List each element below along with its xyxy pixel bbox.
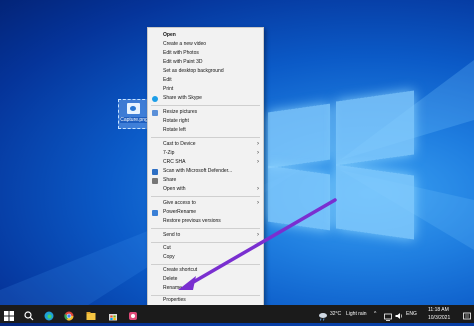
store-icon[interactable] — [108, 308, 118, 321]
menu-item-rename[interactable]: Rename — [148, 284, 263, 293]
menu-item-copy[interactable]: Copy — [148, 253, 263, 262]
menu-item-cut[interactable]: Cut — [148, 244, 263, 253]
menu-item-label: CRC SHA — [163, 159, 186, 165]
menu-item-send-to[interactable]: Send to › — [148, 231, 263, 240]
chevron-right-icon: › — [257, 141, 259, 147]
menu-item-label: Resize pictures — [163, 109, 198, 115]
chevron-right-icon: › — [257, 159, 259, 165]
context-menu: Open Create a new video Edit with Photos… — [147, 27, 264, 307]
chrome-icon[interactable] — [64, 308, 74, 321]
menu-item-label: Rotate left — [163, 127, 186, 133]
menu-separator — [151, 137, 260, 138]
start-button[interactable] — [4, 308, 16, 321]
weather-description[interactable]: Light rain — [346, 311, 367, 317]
taskbar: 32°C Light rain ^ ENG 11:18 AM 10/3/2021 — [0, 305, 474, 323]
windows-start-icon — [4, 311, 14, 321]
powerrename-icon — [152, 210, 158, 216]
desktop-file-icon[interactable]: Capture.png — [118, 99, 150, 129]
clock-date[interactable]: 10/3/2021 — [428, 315, 450, 321]
menu-item-create-video[interactable]: Create a new video — [148, 40, 263, 49]
resize-icon — [152, 110, 158, 116]
menu-item-rotate-right[interactable]: Rotate right — [148, 117, 263, 126]
menu-item-label: Give access to — [163, 200, 196, 206]
menu-item-open-with[interactable]: Open with › — [148, 185, 263, 194]
clock-time[interactable]: 11:18 AM — [428, 307, 449, 313]
file-explorer-icon[interactable] — [86, 308, 96, 320]
language-indicator[interactable]: ENG — [406, 311, 417, 317]
menu-item-set-background[interactable]: Set as desktop background — [148, 67, 263, 76]
menu-item-label: Open with — [163, 186, 186, 192]
tray-chevron-up-icon[interactable]: ^ — [374, 311, 376, 317]
menu-item-label: Send to — [163, 232, 181, 238]
menu-item-label: Print — [163, 86, 174, 92]
menu-separator — [151, 228, 260, 229]
desktop-icon-label: Capture.png — [120, 117, 148, 123]
menu-item-label: Properties — [163, 297, 186, 303]
menu-separator — [151, 242, 260, 243]
menu-item-share[interactable]: Share — [148, 176, 263, 185]
menu-item-powerrename[interactable]: PowerRename — [148, 208, 263, 217]
menu-item-label: Share — [163, 177, 177, 183]
menu-item-label: Restore previous versions — [163, 218, 221, 224]
skype-icon — [152, 96, 158, 102]
menu-item-create-shortcut[interactable]: Create shortcut — [148, 266, 263, 275]
image-file-icon — [127, 103, 140, 114]
share-icon — [152, 178, 158, 184]
weather-temperature[interactable]: 32°C — [330, 311, 341, 317]
search-taskbar-icon[interactable] — [24, 308, 34, 321]
menu-item-crc-sha[interactable]: CRC SHA › — [148, 158, 263, 167]
menu-item-resize[interactable]: Resize pictures — [148, 108, 263, 117]
chevron-right-icon: › — [257, 186, 259, 192]
menu-item-properties[interactable]: Properties — [148, 296, 263, 305]
chevron-right-icon: › — [257, 232, 259, 238]
menu-item-label: Edit with Paint 3D — [163, 59, 203, 65]
menu-item-print[interactable]: Print — [148, 85, 263, 94]
menu-item-label: Create shortcut — [163, 267, 198, 273]
menu-item-label: Cut — [163, 245, 171, 251]
menu-item-open[interactable]: Open — [148, 31, 263, 40]
app-icon[interactable] — [128, 308, 138, 320]
chevron-right-icon: › — [257, 150, 259, 156]
menu-item-label: Rename — [163, 285, 182, 291]
chevron-right-icon: › — [257, 200, 259, 206]
menu-item-rotate-left[interactable]: Rotate left — [148, 126, 263, 135]
menu-item-label: Share with Skype — [163, 95, 202, 101]
volume-icon[interactable] — [395, 308, 403, 320]
menu-item-label: Create a new video — [163, 41, 207, 47]
menu-item-7zip[interactable]: 7-Zip › — [148, 149, 263, 158]
menu-item-label: PowerRename — [163, 209, 197, 215]
menu-item-edit[interactable]: Edit — [148, 76, 263, 85]
menu-item-label: Delete — [163, 276, 178, 282]
menu-item-label: Edit with Photos — [163, 50, 199, 56]
menu-separator — [151, 105, 260, 106]
menu-item-label: Edit — [163, 77, 172, 83]
windows-logo-wallpaper — [268, 90, 418, 240]
menu-separator — [151, 196, 260, 197]
menu-item-edit-paint3d[interactable]: Edit with Paint 3D — [148, 58, 263, 67]
menu-item-label: Set as desktop background — [163, 68, 224, 74]
menu-item-label: 7-Zip — [163, 150, 175, 156]
menu-item-label: Cast to Device — [163, 141, 196, 147]
menu-item-cast[interactable]: Cast to Device › — [148, 140, 263, 149]
menu-item-give-access[interactable]: Give access to › — [148, 199, 263, 208]
defender-shield-icon — [152, 169, 158, 175]
notifications-icon[interactable] — [463, 308, 471, 320]
menu-item-edit-photos[interactable]: Edit with Photos — [148, 49, 263, 58]
network-icon[interactable] — [384, 308, 392, 321]
menu-item-scan-defender[interactable]: Scan with Microsoft Defender... — [148, 167, 263, 176]
menu-separator — [151, 264, 260, 265]
weather-icon[interactable] — [318, 308, 328, 321]
menu-item-share-skype[interactable]: Share with Skype — [148, 94, 263, 103]
edge-icon[interactable] — [44, 308, 54, 321]
menu-item-label: Copy — [163, 254, 175, 260]
menu-item-label: Scan with Microsoft Defender... — [163, 168, 233, 174]
menu-item-delete[interactable]: Delete — [148, 275, 263, 284]
menu-item-label: Open — [163, 32, 176, 38]
menu-item-restore-versions[interactable]: Restore previous versions — [148, 217, 263, 226]
menu-item-label: Rotate right — [163, 118, 189, 124]
